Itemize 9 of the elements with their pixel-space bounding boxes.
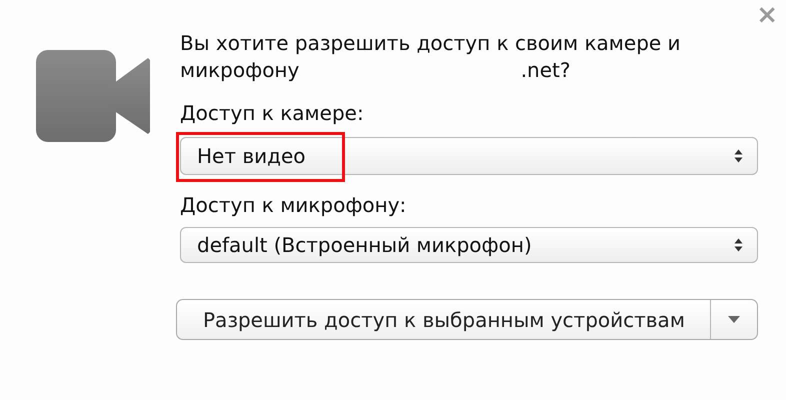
device-select[interactable]: default (Встроенный микрофон) <box>180 227 758 263</box>
updown-icon <box>734 149 743 163</box>
field-label: Доступ к микрофону: <box>180 192 408 219</box>
updown-icon <box>734 238 743 252</box>
caret-icon <box>728 316 740 323</box>
device-select[interactable]: Нет видео <box>180 137 758 175</box>
field-label: Доступ к камере: <box>180 100 365 127</box>
video-camera-icon <box>36 50 150 142</box>
question-text: Вы хотите разрешить доступ к своим камере и микрофону .net? <box>180 30 682 84</box>
